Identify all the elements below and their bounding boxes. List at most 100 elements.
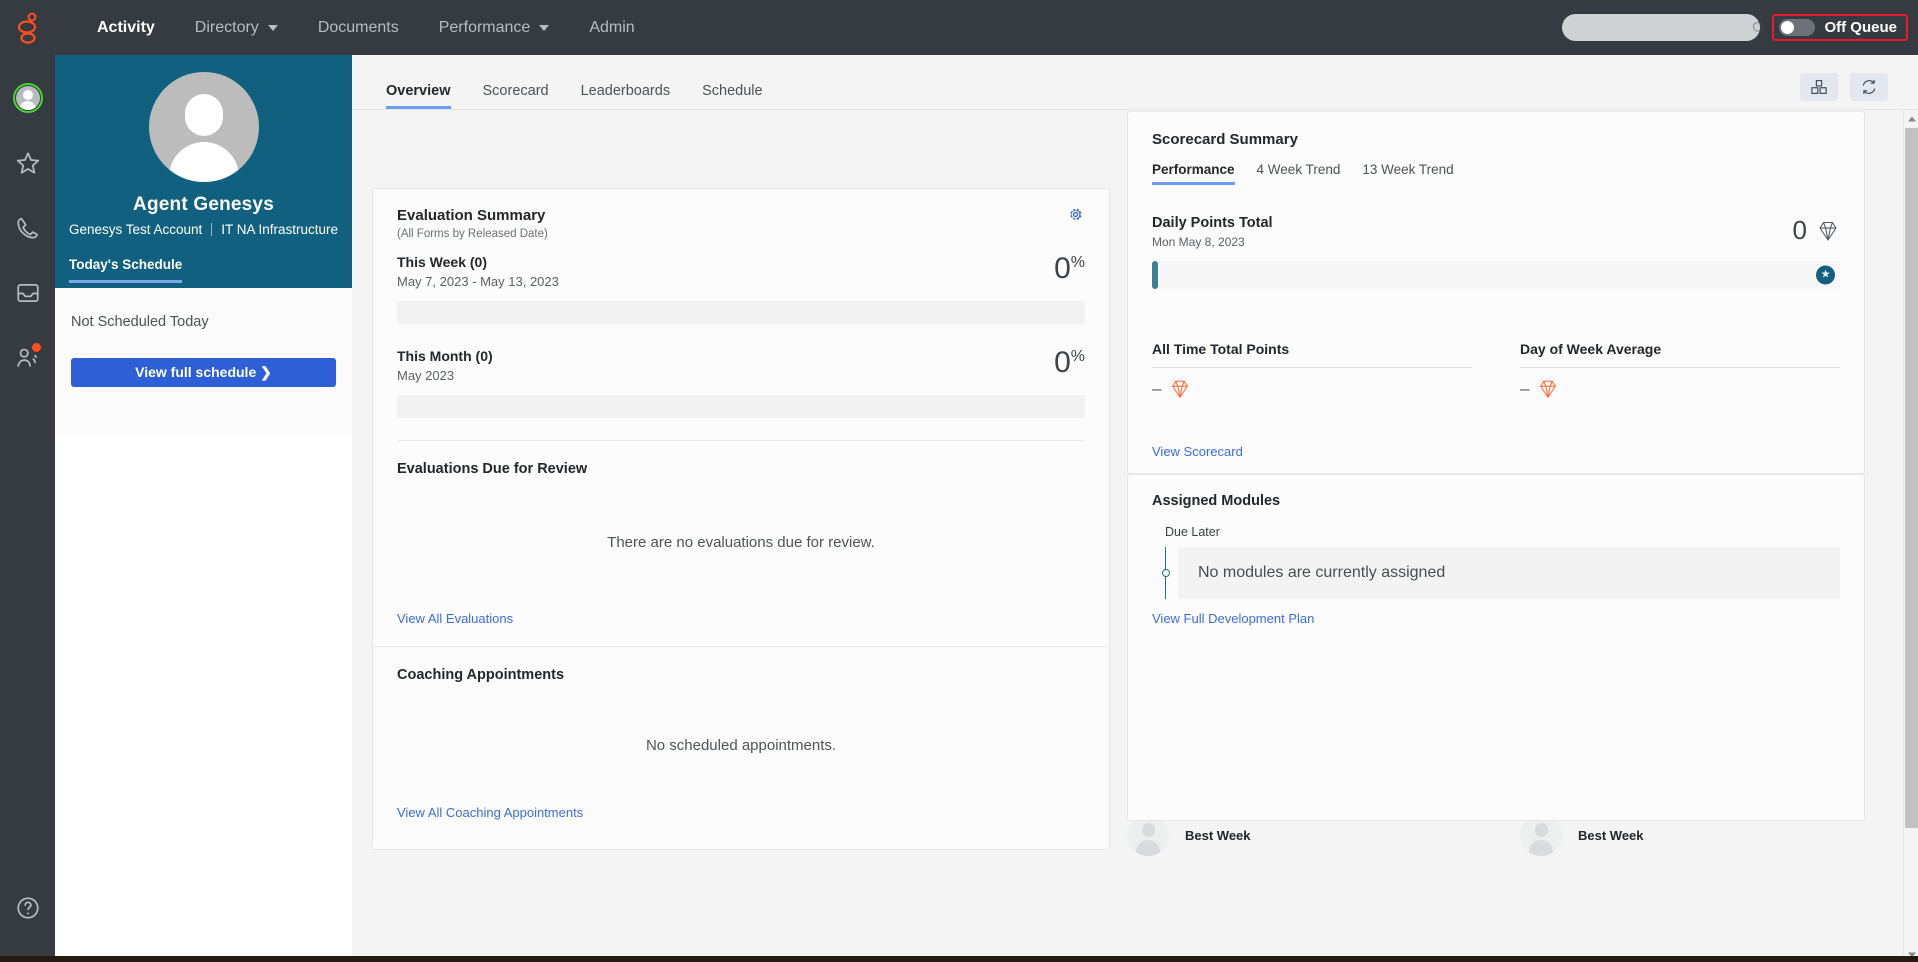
left-icon-rail xyxy=(0,55,55,962)
agent-org: Genesys Test Account xyxy=(68,222,203,237)
genesys-logo-icon[interactable] xyxy=(0,0,55,55)
vertical-scrollbar[interactable] xyxy=(1903,111,1918,962)
nav-item-performance[interactable]: Performance xyxy=(419,0,570,55)
tab-todays-schedule[interactable]: Today's Schedule xyxy=(69,257,183,283)
period-name: This Week (0) xyxy=(397,254,487,270)
view-all-coaching-link[interactable]: View All Coaching Appointments xyxy=(397,805,583,820)
left-panel-filler xyxy=(55,433,352,962)
period-progress-month xyxy=(397,395,1085,418)
divider xyxy=(211,223,213,236)
queue-status-toggle[interactable] xyxy=(1779,19,1816,36)
view-full-development-plan-link[interactable]: View Full Development Plan xyxy=(1152,611,1314,626)
divider xyxy=(1152,367,1472,368)
schedule-status: Not Scheduled Today xyxy=(71,313,209,330)
evaluations-due-section: Evaluations Due for Review There are no … xyxy=(373,441,1109,626)
period-value: 0 xyxy=(1054,346,1071,379)
evaluations-due-empty: There are no evaluations due for review. xyxy=(607,534,875,551)
stat-title: Day of Week Average xyxy=(1520,341,1662,357)
timeline-marker xyxy=(1152,547,1178,599)
star-icon xyxy=(16,151,39,174)
off-queue-toggle-group[interactable]: Off Queue xyxy=(1772,14,1908,41)
coaching-empty: No scheduled appointments. xyxy=(645,737,837,754)
coaching-appointments-section: Coaching Appointments No scheduled appoi… xyxy=(373,647,1109,847)
rail-item-presence[interactable] xyxy=(0,65,55,130)
evaluations-due-title: Evaluations Due for Review xyxy=(397,461,588,477)
refresh-icon xyxy=(1862,79,1876,95)
evaluation-settings-button[interactable] xyxy=(1067,206,1089,228)
queue-status-label: Off Queue xyxy=(1824,19,1897,36)
stat-value: – xyxy=(1520,379,1530,398)
period-row-month: This Month (0) May 2023 0% xyxy=(397,348,1085,384)
tabbar-actions xyxy=(1800,73,1918,109)
period-percentage: 0% xyxy=(1054,254,1085,284)
coaching-title: Coaching Appointments xyxy=(397,667,565,683)
window-bottom-edge xyxy=(0,956,1918,962)
rail-item-calls[interactable] xyxy=(0,195,55,260)
assigned-modules-title: Assigned Modules xyxy=(1152,493,1281,509)
view-scorecard-link[interactable]: View Scorecard xyxy=(1152,444,1243,459)
rail-item-interactions[interactable] xyxy=(0,325,55,390)
schedule-body: Not Scheduled Today xyxy=(55,288,352,355)
tab-13-week-trend[interactable]: 13 Week Trend xyxy=(1362,162,1453,185)
stat-value-group: – xyxy=(1152,378,1472,400)
tab-schedule[interactable]: Schedule xyxy=(686,83,778,109)
search-box[interactable] xyxy=(1562,14,1766,41)
tab-leaderboards[interactable]: Leaderboards xyxy=(565,83,687,109)
stat-title: All Time Total Points xyxy=(1152,341,1290,357)
percent-symbol: % xyxy=(1070,348,1085,365)
phone-icon xyxy=(16,217,38,239)
help-icon xyxy=(16,896,39,919)
agent-name: Agent Genesys xyxy=(133,194,274,215)
search-input[interactable] xyxy=(1576,20,1753,35)
nav-item-documents[interactable]: Documents xyxy=(298,0,419,55)
widgets-icon xyxy=(1811,80,1827,94)
refresh-button[interactable] xyxy=(1850,73,1888,101)
star-badge-icon: ★ xyxy=(1816,265,1835,285)
stat-value-group: – xyxy=(1520,378,1840,400)
gem-orange-icon xyxy=(1540,380,1557,398)
rail-item-favorites[interactable] xyxy=(0,130,55,195)
daily-points-label: Daily Points Total xyxy=(1152,215,1273,231)
gem-orange-icon xyxy=(1172,380,1189,398)
nav-item-directory[interactable]: Directory xyxy=(175,0,298,55)
schedule-button-area: View full schedule ❯ xyxy=(55,355,352,433)
gem-icon xyxy=(1819,221,1837,241)
stat-all-time-total-points: All Time Total Points – xyxy=(1152,341,1472,400)
tab-performance[interactable]: Performance xyxy=(1152,162,1235,185)
assigned-modules-card: Assigned Modules Due Later No modules ar… xyxy=(1127,474,1865,821)
chevron-down-icon xyxy=(267,24,278,31)
view-full-schedule-button[interactable]: View full schedule ❯ xyxy=(71,358,336,387)
tab-4-week-trend[interactable]: 4 Week Trend xyxy=(1257,162,1341,185)
scorecard-summary-title: Scorecard Summary xyxy=(1152,131,1298,148)
tab-scorecard[interactable]: Scorecard xyxy=(467,83,565,109)
period-value: 0 xyxy=(1054,252,1071,285)
nav-label: Activity xyxy=(97,18,155,36)
assigned-modules-group-label: Due Later xyxy=(1165,525,1220,539)
daily-points-value-group: 0 xyxy=(1793,215,1840,246)
content-tabs: Overview Scorecard Leaderboards Schedule xyxy=(370,83,779,109)
notification-badge xyxy=(32,343,41,352)
view-all-evaluations-link[interactable]: View All Evaluations xyxy=(397,611,513,626)
tab-overview[interactable]: Overview xyxy=(370,83,467,109)
widgets-button[interactable] xyxy=(1800,73,1838,101)
rail-item-help[interactable] xyxy=(0,875,55,940)
avatar xyxy=(148,72,259,182)
chevron-down-icon xyxy=(539,24,550,31)
period-percentage: 0% xyxy=(1054,348,1085,378)
entry-label: Best Week xyxy=(1578,827,1644,843)
nav-label: Performance xyxy=(438,18,531,36)
scorecard-summary-card: Scorecard Summary Performance 4 Week Tre… xyxy=(1127,111,1865,474)
nav-label: Admin xyxy=(589,18,635,36)
period-row-week: This Week (0) May 7, 2023 - May 13, 2023… xyxy=(397,254,1085,290)
daily-points-row: Daily Points Total Mon May 8, 2023 0 xyxy=(1152,215,1840,249)
rail-item-voicemail[interactable] xyxy=(0,260,55,325)
scroll-up-arrow[interactable] xyxy=(1904,111,1918,126)
user-avatar-icon xyxy=(12,82,43,113)
agent-org-line: Genesys Test Account IT NA Infrastructur… xyxy=(55,222,352,237)
nav-item-activity[interactable]: Activity xyxy=(77,0,175,55)
scrollbar-thumb[interactable] xyxy=(1905,128,1918,828)
schedule-tab-row: Today's Schedule xyxy=(55,256,352,283)
nav-item-admin[interactable]: Admin xyxy=(569,0,654,55)
main-nav: Activity Directory Documents Performance… xyxy=(77,0,655,55)
period-progress-week xyxy=(397,301,1085,324)
